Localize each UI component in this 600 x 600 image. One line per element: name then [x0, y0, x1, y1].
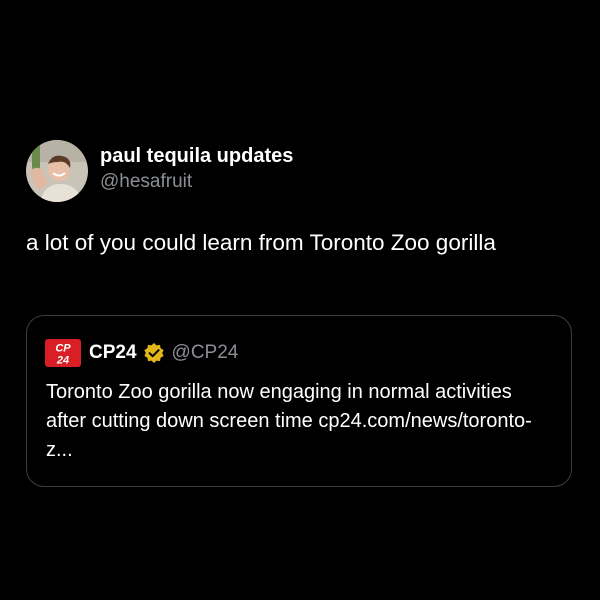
author-names: paul tequila updates @hesafruit — [100, 143, 293, 194]
quoted-tweet-body: Toronto Zoo gorilla now engaging in norm… — [46, 378, 556, 465]
quoted-tweet-header: CP 24 CP24 @CP24 — [45, 339, 238, 367]
tweet-text: a lot of you could learn from Toronto Zo… — [26, 230, 496, 255]
author-display-name[interactable]: paul tequila updates — [100, 143, 293, 169]
verified-badge-icon — [143, 342, 165, 364]
screenshot-page: paul tequila updates @hesafruit a lot of… — [0, 0, 600, 600]
tweet-author[interactable]: paul tequila updates @hesafruit — [26, 140, 574, 202]
svg-text:24: 24 — [56, 355, 69, 367]
author-handle[interactable]: @hesafruit — [100, 169, 293, 194]
tweet: paul tequila updates @hesafruit a lot of… — [26, 140, 574, 260]
avatar[interactable] — [26, 140, 88, 202]
svg-text:CP: CP — [55, 343, 71, 355]
quoted-display-name[interactable]: CP24 — [89, 342, 137, 364]
quoted-handle[interactable]: @CP24 — [172, 342, 239, 364]
cp24-logo-icon[interactable]: CP 24 — [45, 339, 81, 367]
quoted-tweet-card[interactable]: CP 24 CP24 @CP24 Toronto Zoo gorilla now… — [26, 315, 572, 487]
